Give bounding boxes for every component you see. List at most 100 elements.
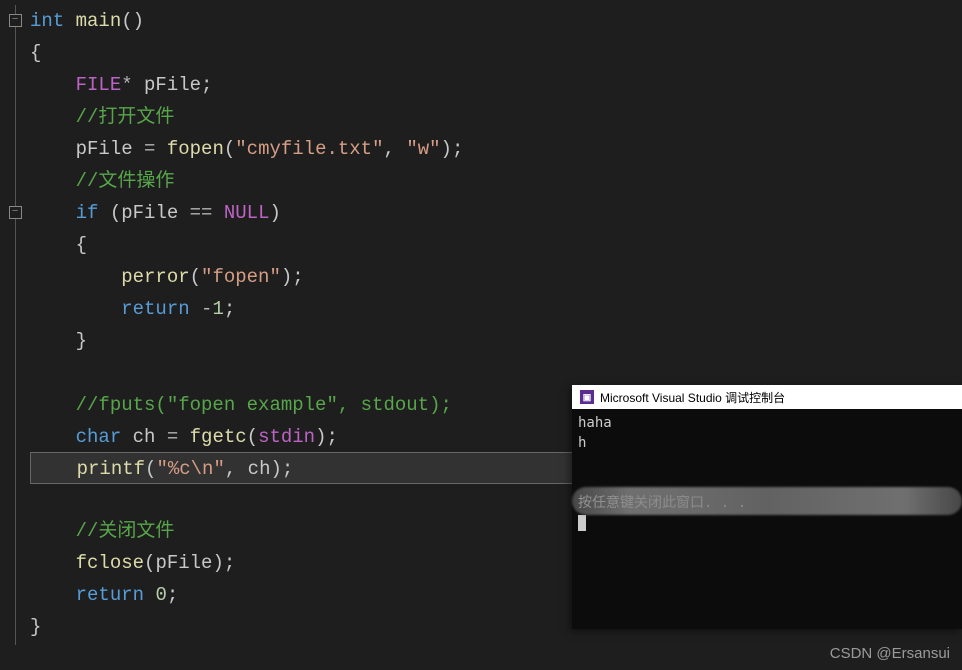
cursor-icon: [578, 515, 586, 531]
token: (: [145, 458, 156, 480]
token: "w": [406, 138, 440, 160]
token: int: [30, 10, 76, 32]
token: ;: [452, 138, 463, 160]
gutter-row: [0, 69, 30, 101]
token: return: [121, 298, 201, 320]
console-line: haha: [578, 413, 956, 433]
token: (: [144, 552, 155, 574]
gutter-row: [0, 325, 30, 357]
code-line[interactable]: int main(): [30, 5, 962, 37]
token: "cmyfile.txt": [235, 138, 383, 160]
vs-icon: ▣: [580, 390, 594, 404]
token: ): [441, 138, 452, 160]
token: //文件操作: [76, 170, 175, 192]
token: pFile: [144, 74, 201, 96]
token: //fputs("fopen example", stdout);: [76, 394, 452, 416]
gutter-row: [0, 421, 30, 453]
token: ==: [190, 202, 224, 224]
token: -: [201, 298, 212, 320]
gutter-row: [0, 613, 30, 645]
token: FILE: [76, 74, 122, 96]
token: pFile: [76, 138, 144, 160]
token: ;: [224, 298, 235, 320]
console-line: [578, 453, 956, 473]
code-line[interactable]: {: [30, 229, 962, 261]
token: pFile: [121, 202, 189, 224]
token: ;: [167, 584, 178, 606]
gutter-row: [0, 517, 30, 549]
token: ;: [327, 426, 338, 448]
gutter-row: [0, 581, 30, 613]
console-output[interactable]: hahah 按任意键关闭此窗口. . .: [572, 409, 962, 629]
gutter-row: [0, 389, 30, 421]
code-line[interactable]: {: [30, 37, 962, 69]
token: if: [76, 202, 110, 224]
token: ;: [224, 552, 235, 574]
token: ): [281, 266, 292, 288]
token: fopen: [167, 138, 224, 160]
token: (: [190, 266, 201, 288]
token: ;: [201, 74, 212, 96]
gutter-row: −: [0, 5, 30, 37]
token: fgetc: [190, 426, 247, 448]
console-title: Microsoft Visual Studio 调试控制台: [600, 389, 785, 406]
token: }: [76, 330, 87, 352]
token: ): [315, 426, 326, 448]
token: =: [167, 426, 190, 448]
token: return: [76, 584, 156, 606]
code-line[interactable]: if (pFile == NULL): [30, 197, 962, 229]
gutter-row: −: [0, 197, 30, 229]
token: *: [121, 74, 144, 96]
token: char: [76, 426, 133, 448]
gutter-row: [0, 165, 30, 197]
token: NULL: [224, 202, 270, 224]
gutter-row: [0, 101, 30, 133]
token: }: [30, 616, 41, 638]
watermark: CSDN @Ersansui: [830, 645, 950, 662]
fold-toggle-icon[interactable]: −: [9, 14, 22, 27]
token: //打开文件: [76, 106, 175, 128]
token: pFile: [155, 552, 212, 574]
code-line[interactable]: return -1;: [30, 293, 962, 325]
code-line[interactable]: //文件操作: [30, 165, 962, 197]
token: ch: [133, 426, 167, 448]
token: =: [144, 138, 167, 160]
token: ,: [384, 138, 407, 160]
fold-toggle-icon[interactable]: −: [9, 206, 22, 219]
code-line[interactable]: perror("fopen");: [30, 261, 962, 293]
token: 1: [212, 298, 223, 320]
gutter: −−: [0, 0, 30, 670]
gutter-row: [0, 37, 30, 69]
gutter-row: [0, 549, 30, 581]
code-line[interactable]: //打开文件: [30, 101, 962, 133]
token: ch: [248, 458, 271, 480]
debug-console-window: ▣ Microsoft Visual Studio 调试控制台 hahah 按任…: [572, 385, 962, 629]
gutter-row: [0, 357, 30, 389]
gutter-row: [0, 261, 30, 293]
token: (: [247, 426, 258, 448]
token: ): [269, 202, 280, 224]
token: stdin: [258, 426, 315, 448]
gutter-row: [0, 293, 30, 325]
redaction-smudge: [572, 487, 962, 515]
token: ,: [225, 458, 248, 480]
token: {: [76, 234, 87, 256]
token: ;: [282, 458, 293, 480]
code-line[interactable]: FILE* pFile;: [30, 69, 962, 101]
gutter-row: [0, 133, 30, 165]
console-titlebar[interactable]: ▣ Microsoft Visual Studio 调试控制台: [572, 385, 962, 409]
token: {: [30, 42, 41, 64]
token: (): [121, 10, 144, 32]
gutter-row: [0, 453, 30, 485]
token: ): [270, 458, 281, 480]
token: 0: [155, 584, 166, 606]
token: ): [212, 552, 223, 574]
gutter-row: [0, 229, 30, 261]
token: ;: [292, 266, 303, 288]
code-line[interactable]: pFile = fopen("cmyfile.txt", "w");: [30, 133, 962, 165]
code-line[interactable]: }: [30, 325, 962, 357]
token: printf: [77, 458, 145, 480]
token: fclose: [76, 552, 144, 574]
console-line: h: [578, 433, 956, 453]
token: perror: [121, 266, 189, 288]
